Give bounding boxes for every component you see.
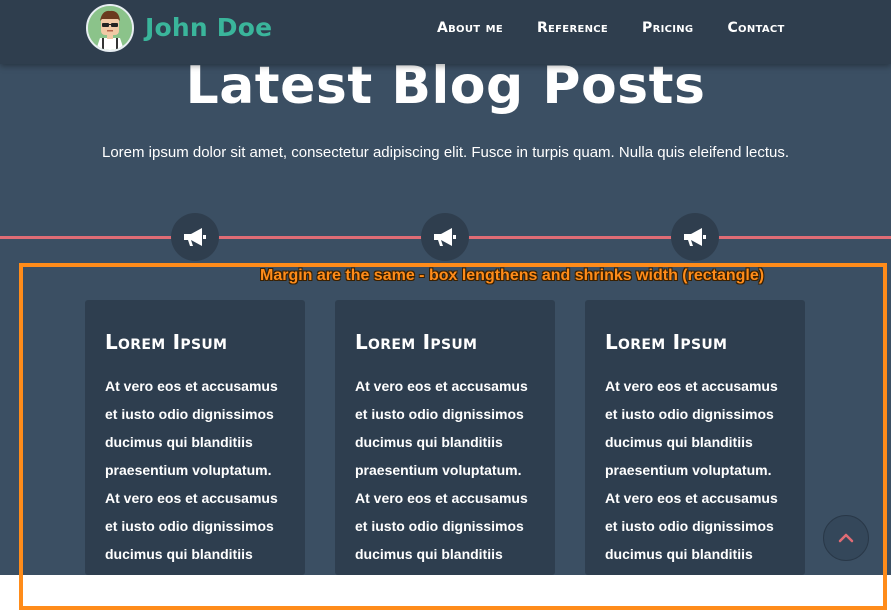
top-navbar: John Doe About me Reference Pricing Cont… [0,0,891,64]
megaphone-icon [421,213,469,261]
scroll-top-button[interactable] [823,515,869,561]
brand-name[interactable]: John Doe [145,13,272,42]
card-title: Lorem Ipsum [355,330,478,354]
annotation-text: Margin are the same - box lengthens and … [260,267,765,284]
megaphone-icon [671,213,719,261]
avatar-icon[interactable] [86,4,134,52]
nav-about-me[interactable]: About me [437,20,503,36]
section-title: Latest Blog Posts [185,56,706,116]
blog-card[interactable]: Lorem Ipsum At vero eos et accusamus et … [585,300,805,575]
megaphone-icon [171,213,219,261]
card-title: Lorem Ipsum [105,330,228,354]
card-body: At vero eos et accusamus et iusto odio d… [105,378,278,575]
card-body: At vero eos et accusamus et iusto odio d… [355,378,528,575]
nav-reference[interactable]: Reference [537,20,608,36]
nav-pricing[interactable]: Pricing [642,20,693,36]
chevron-up-icon [838,533,854,543]
card-title: Lorem Ipsum [605,330,728,354]
blog-card[interactable]: Lorem Ipsum At vero eos et accusamus et … [85,300,305,575]
blog-card[interactable]: Lorem Ipsum At vero eos et accusamus et … [335,300,555,575]
section-subtitle: Lorem ipsum dolor sit amet, consectetur … [102,144,789,161]
card-body: At vero eos et accusamus et iusto odio d… [605,378,778,575]
main-nav: About me Reference Pricing Contact [437,20,785,36]
nav-contact[interactable]: Contact [727,20,784,36]
